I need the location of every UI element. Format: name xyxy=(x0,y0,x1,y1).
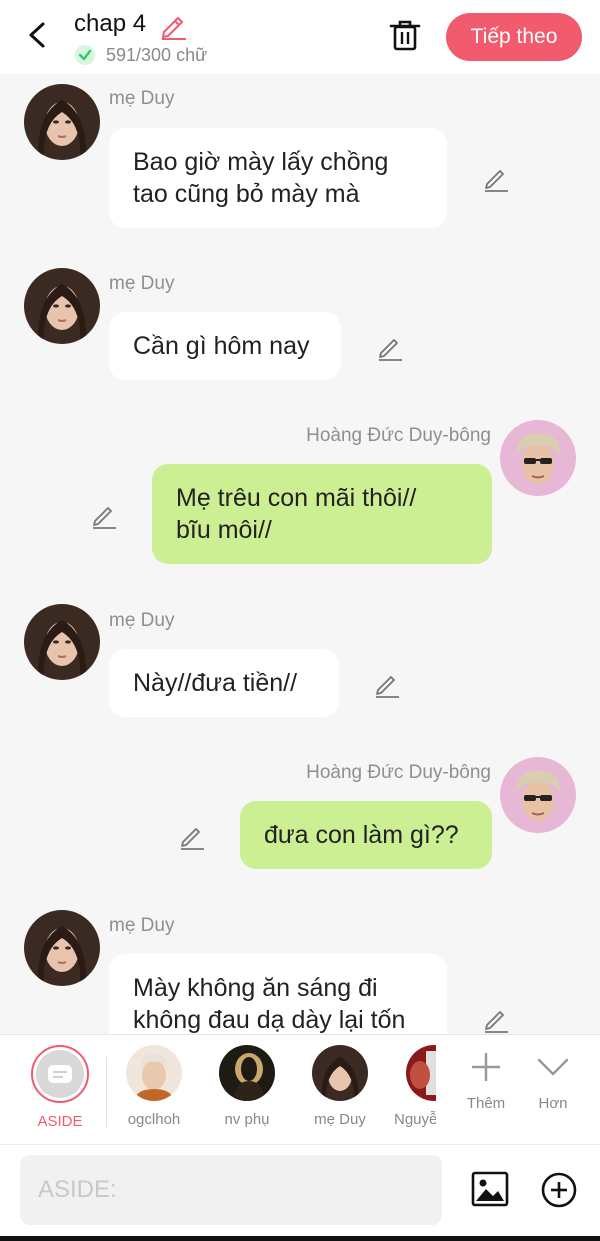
edit-message-icon[interactable] xyxy=(90,501,118,529)
word-count-row: 591/300 chữ xyxy=(74,43,207,67)
plus-icon xyxy=(472,1053,500,1081)
avatar-me-duy[interactable] xyxy=(24,604,100,680)
sender-name: mẹ Duy xyxy=(109,273,175,294)
trash-icon[interactable] xyxy=(386,16,424,54)
sender-name: mẹ Duy xyxy=(109,915,175,936)
message-line: không đau dạ dày lại tốn xyxy=(133,1006,406,1034)
avatar-me-duy[interactable] xyxy=(24,268,100,344)
message-line: Bao giờ mày lấy chồng xyxy=(133,148,389,176)
message-input[interactable] xyxy=(20,1155,442,1225)
man-portrait-icon xyxy=(500,420,576,496)
composer-bar xyxy=(0,1144,600,1236)
silhouette-portrait-icon xyxy=(219,1045,275,1101)
message-line: Mẹ trêu con mãi thôi// xyxy=(176,484,417,512)
character-selector: ASIDE ogclhoh nv phụ mẹ Duy Nguyễ Thêm H… xyxy=(0,1034,600,1144)
character-avatar xyxy=(219,1045,275,1101)
more-button[interactable]: Hơn xyxy=(518,1049,588,1112)
check-circle-icon xyxy=(75,45,95,65)
woman-portrait-icon xyxy=(24,604,100,680)
message-line: Mày không ăn sáng đi xyxy=(133,974,378,1002)
sender-name: Hoàng Đức Duy-bông xyxy=(306,425,491,446)
image-icon[interactable] xyxy=(470,1169,510,1209)
character-avatar xyxy=(312,1045,368,1101)
message-bubble[interactable]: Mẹ trêu con mãi thôi// bĩu môi// xyxy=(152,464,492,564)
character-avatar xyxy=(406,1045,436,1101)
character-nguye[interactable]: Nguyễ xyxy=(392,1045,436,1128)
aside-avatar xyxy=(31,1045,89,1103)
chat-editor-screen: chap 4 591/300 chữ Tiếp theo mẹ Duy Bao … xyxy=(0,0,600,1241)
character-me-duy[interactable]: mẹ Duy xyxy=(300,1045,380,1128)
woman-portrait-icon xyxy=(24,910,100,986)
character-aside[interactable]: ASIDE xyxy=(20,1045,100,1130)
edit-message-icon[interactable] xyxy=(373,670,401,698)
avatar-hoang-duc-duy[interactable] xyxy=(500,757,576,833)
avatar-hoang-duc-duy[interactable] xyxy=(500,420,576,496)
message-line: Cần gì hôm nay xyxy=(133,332,310,360)
system-nav-edge xyxy=(0,1236,600,1241)
word-count: 591/300 chữ xyxy=(106,44,208,65)
edit-message-icon[interactable] xyxy=(178,822,206,850)
edit-message-icon[interactable] xyxy=(482,1005,510,1033)
message-line: bĩu môi// xyxy=(176,516,272,544)
character-ogclhoh[interactable]: ogclhoh xyxy=(114,1045,194,1128)
man-portrait-icon xyxy=(500,757,576,833)
narration-icon xyxy=(36,1050,84,1098)
character-nv-phu[interactable]: nv phụ xyxy=(207,1045,287,1128)
sender-name: Hoàng Đức Duy-bông xyxy=(306,762,491,783)
sender-name: mẹ Duy xyxy=(109,610,175,631)
edit-message-icon[interactable] xyxy=(376,333,404,361)
message-bubble[interactable]: Cần gì hôm nay xyxy=(109,312,341,380)
back-arrow-icon[interactable] xyxy=(22,18,52,52)
character-label: Nguyễ xyxy=(394,1111,436,1128)
next-button[interactable]: Tiếp theo xyxy=(446,13,582,61)
character-label: ogclhoh xyxy=(127,1111,181,1128)
sender-name: mẹ Duy xyxy=(109,88,175,109)
chevron-down-icon xyxy=(537,1058,569,1076)
man-portrait-icon xyxy=(126,1045,182,1101)
edit-title-icon[interactable] xyxy=(158,10,188,40)
poster-portrait-icon xyxy=(406,1045,436,1101)
woman-portrait-icon xyxy=(312,1045,368,1101)
message-line: tao cũng bỏ mày mà xyxy=(133,180,360,208)
chapter-title[interactable]: chap 4 xyxy=(74,10,146,38)
woman-portrait-icon xyxy=(24,84,100,160)
add-label: Thêm xyxy=(466,1095,506,1112)
character-label: mẹ Duy xyxy=(314,1111,366,1128)
message-bubble[interactable]: đưa con làm gì?? xyxy=(240,801,492,869)
woman-portrait-icon xyxy=(24,268,100,344)
character-avatar xyxy=(126,1045,182,1101)
message-bubble[interactable]: Này//đưa tiền// xyxy=(109,649,339,717)
add-character-button[interactable]: Thêm xyxy=(451,1049,521,1112)
message-bubble[interactable]: Mày không ăn sáng đi không đau dạ dày lạ… xyxy=(109,954,447,1034)
message-line: Này//đưa tiền// xyxy=(133,669,298,697)
character-label: nv phụ xyxy=(224,1111,270,1128)
add-circle-icon[interactable] xyxy=(540,1171,578,1209)
character-label: ASIDE xyxy=(37,1113,83,1130)
divider xyxy=(106,1057,107,1127)
message-list[interactable]: mẹ Duy Bao giờ mày lấy chồng tao cũng bỏ… xyxy=(0,74,600,1034)
more-label: Hơn xyxy=(538,1095,568,1112)
top-bar: chap 4 591/300 chữ Tiếp theo xyxy=(0,0,600,74)
avatar-me-duy[interactable] xyxy=(24,84,100,160)
avatar-me-duy[interactable] xyxy=(24,910,100,986)
message-line: đưa con làm gì?? xyxy=(264,821,459,849)
edit-message-icon[interactable] xyxy=(482,164,510,192)
message-bubble[interactable]: Bao giờ mày lấy chồng tao cũng bỏ mày mà xyxy=(109,128,447,228)
